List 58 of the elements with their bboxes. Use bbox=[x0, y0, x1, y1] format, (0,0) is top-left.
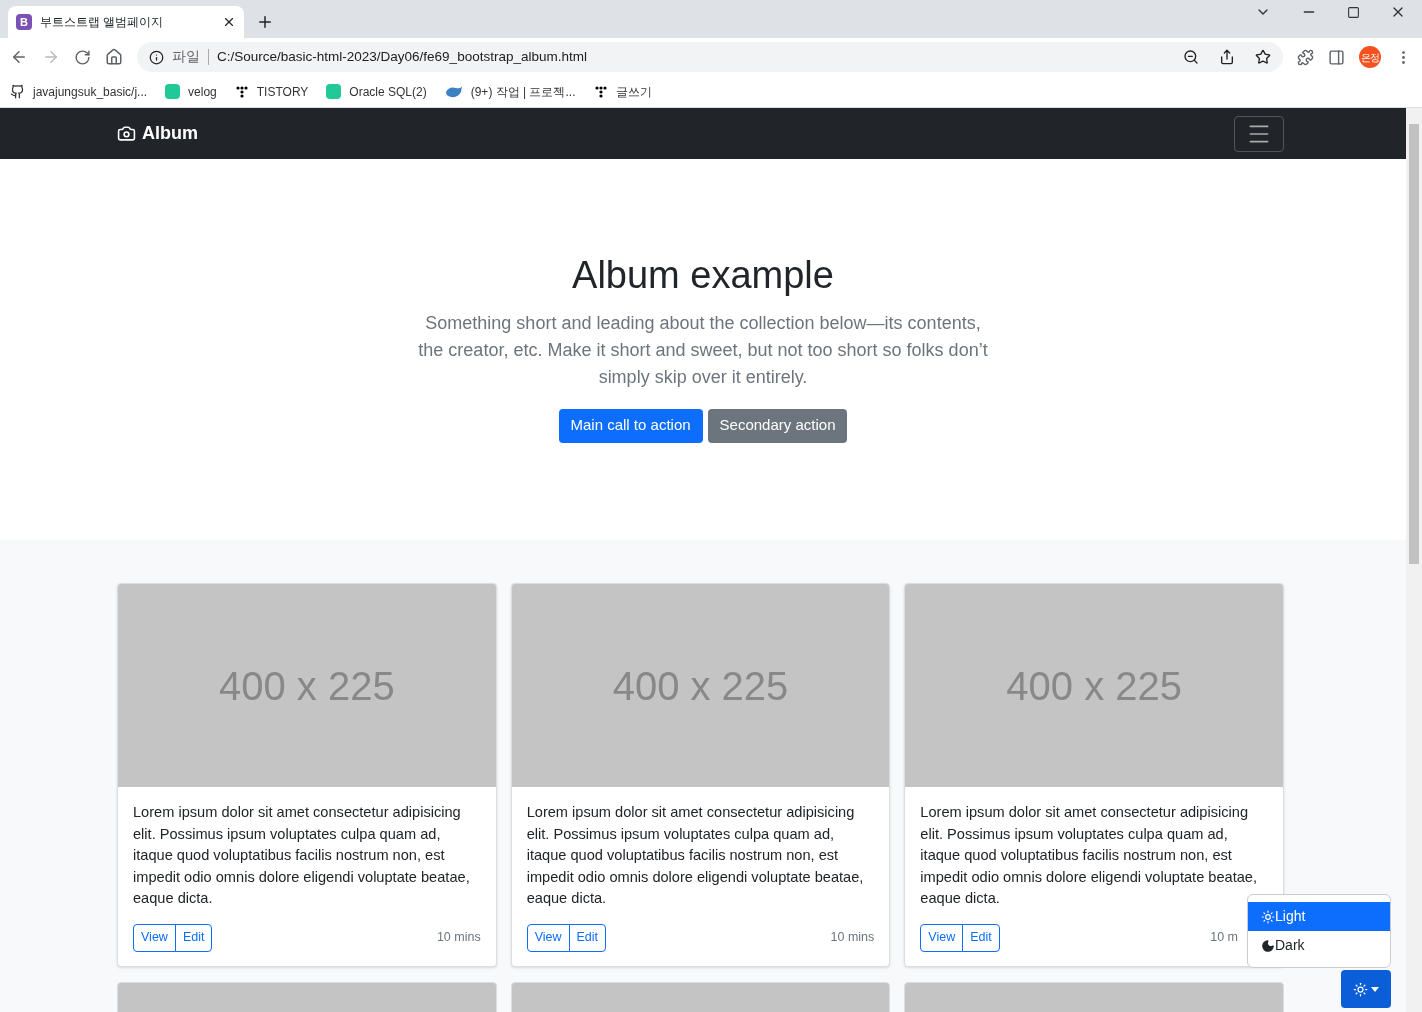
url-scheme: 파일 bbox=[172, 47, 200, 66]
main-action-button[interactable]: Main call to action bbox=[558, 408, 703, 443]
card-button[interactable]: Edit bbox=[174, 923, 213, 952]
card-text: Lorem ipsum dolor sit amet consectetur adipisicing elit. Possimus ipsum voluptates culpa quam ad, itaque quod voluptatibus facilis nostrum non, est impedit odio omnis dolore eligendi voluptate beatae, eaque dicta. bbox=[526, 803, 865, 908]
github-icon bbox=[10, 84, 25, 99]
card-button[interactable]: Edit bbox=[962, 923, 1000, 952]
browser-tab[interactable]: B 부트스트랩 앨범페이지 bbox=[8, 6, 244, 38]
bookmark[interactable]: TISTORY bbox=[234, 82, 309, 101]
reload-icon[interactable] bbox=[74, 48, 91, 66]
card-time: 10 mins bbox=[830, 929, 875, 947]
tab-favicon: B bbox=[16, 14, 32, 30]
star-icon[interactable] bbox=[1255, 49, 1271, 65]
dots-icon bbox=[234, 84, 249, 99]
new-tab-icon[interactable] bbox=[256, 13, 274, 31]
sun-icon bbox=[1353, 981, 1368, 997]
brand-link[interactable]: Album bbox=[117, 120, 198, 147]
bookmark[interactable]: 글쓰기 bbox=[593, 82, 652, 101]
thumbnail-label: 400 x 225 bbox=[1006, 662, 1182, 710]
close-icon[interactable] bbox=[222, 15, 236, 29]
side-panel-icon[interactable] bbox=[1328, 48, 1345, 66]
thumbnail-label: 400 x 225 bbox=[612, 662, 789, 710]
maximize-icon[interactable] bbox=[1347, 5, 1360, 19]
theme-option[interactable]: Light bbox=[1248, 902, 1390, 931]
caret-icon bbox=[1371, 986, 1379, 992]
card-button[interactable]: View bbox=[526, 923, 570, 952]
theme-toggle-button[interactable] bbox=[1341, 970, 1391, 1008]
sun-icon bbox=[1261, 909, 1275, 924]
secondary-action-button[interactable]: Secondary action bbox=[707, 408, 848, 443]
whale-icon bbox=[444, 84, 463, 99]
address-bar[interactable]: 파일 C:/Source/basic-html-2023/Day06/fe69_bootstrap_album.html bbox=[137, 42, 1283, 72]
info-icon bbox=[149, 49, 164, 65]
camera-icon bbox=[117, 124, 136, 143]
hero-lead: Something short and leading about the collection below—its contents, the creator, etc. Make it short and sweet, but not too short so folks don’t simply skip over it entirely. bbox=[417, 311, 989, 389]
moon-icon bbox=[1261, 938, 1275, 953]
bookmark[interactable]: (9+) 작업 | 프로젝... bbox=[444, 82, 576, 101]
dots-icon bbox=[593, 84, 608, 99]
navbar-toggler[interactable] bbox=[1234, 115, 1284, 152]
home-icon[interactable] bbox=[105, 48, 123, 66]
bookmark[interactable]: velog bbox=[165, 82, 217, 101]
theme-option[interactable]: Dark bbox=[1248, 931, 1390, 960]
extensions-icon[interactable] bbox=[1297, 48, 1314, 66]
bookmark[interactable]: javajungsuk_basic/j... bbox=[10, 82, 148, 101]
card-button[interactable]: View bbox=[133, 923, 176, 952]
card-text: Lorem ipsum dolor sit amet consectetur adipisicing elit. Possimus ipsum voluptates culpa quam ad, itaque quod voluptatibus facilis nostrum non, est impedit odio omnis dolore eligendi voluptate beatae, eaque dicta. bbox=[133, 803, 471, 908]
share-icon[interactable] bbox=[1219, 49, 1235, 65]
card-time: 10 mins bbox=[436, 929, 481, 947]
back-icon[interactable] bbox=[10, 48, 28, 66]
hero-title: Album example bbox=[572, 252, 834, 298]
v-logo-icon bbox=[326, 84, 342, 99]
card-button[interactable]: View bbox=[920, 923, 964, 952]
bookmark[interactable]: Oracle SQL(2) bbox=[326, 82, 427, 101]
v-logo-icon bbox=[165, 84, 181, 99]
url-text: C:/Source/basic-html-2023/Day06/fe69_bootstrap_album.html bbox=[217, 47, 588, 66]
card-time: 10 m bbox=[1210, 929, 1238, 947]
tab-title: 부트스트랩 앨범페이지 bbox=[40, 14, 165, 31]
zoom-out-icon[interactable] bbox=[1183, 49, 1199, 65]
card-button[interactable]: Edit bbox=[568, 923, 607, 952]
thumbnail-label: 400 x 225 bbox=[218, 662, 395, 710]
